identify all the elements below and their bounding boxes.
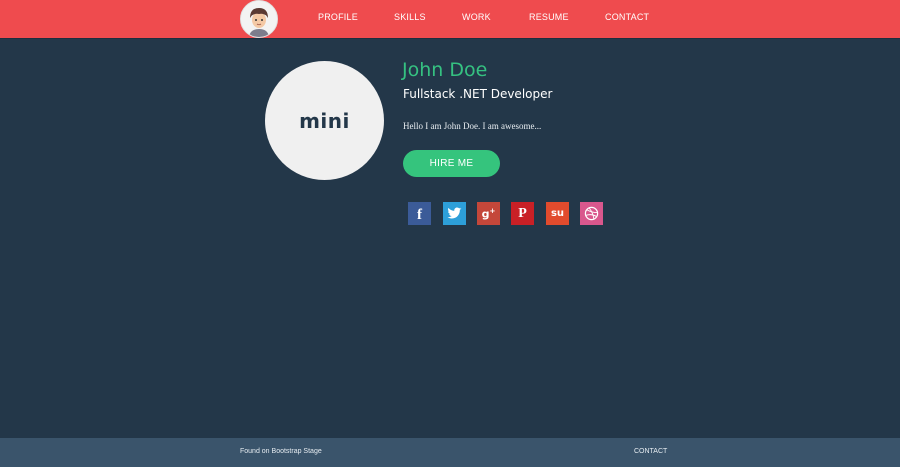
pinterest-icon[interactable]: P <box>511 202 534 225</box>
nav-link-profile[interactable]: PROFILE <box>318 12 358 22</box>
nav-link-work[interactable]: WORK <box>462 12 491 22</box>
nav-link-contact[interactable]: CONTACT <box>605 12 649 22</box>
profile-bio: Hello I am John Doe. I am awesome... <box>403 121 542 131</box>
footer-credit: Found on Bootstrap Stage <box>240 448 322 455</box>
google-plus-icon[interactable]: g+ <box>477 202 500 225</box>
footer: Found on Bootstrap Stage CONTACT <box>0 438 900 467</box>
nav-link-skills[interactable]: SKILLS <box>394 12 426 22</box>
profile-photo-label: mini <box>299 108 350 133</box>
dribbble-icon[interactable] <box>580 202 603 225</box>
social-links: f g+ P su <box>408 202 608 225</box>
profile-name: John Doe <box>402 59 488 81</box>
twitter-icon[interactable] <box>443 202 466 225</box>
profile-role: Fullstack .NET Developer <box>403 87 553 101</box>
top-navbar: PROFILE SKILLS WORK RESUME CONTACT <box>0 0 900 38</box>
facebook-icon[interactable]: f <box>408 202 431 225</box>
footer-contact-link[interactable]: CONTACT <box>634 448 667 455</box>
stumbleupon-icon[interactable]: su <box>546 202 569 225</box>
nav-menu: PROFILE SKILLS WORK RESUME CONTACT <box>0 0 900 38</box>
hire-me-button[interactable]: HIRE ME <box>403 150 500 177</box>
profile-photo: mini <box>265 61 384 180</box>
nav-link-resume[interactable]: RESUME <box>529 12 569 22</box>
